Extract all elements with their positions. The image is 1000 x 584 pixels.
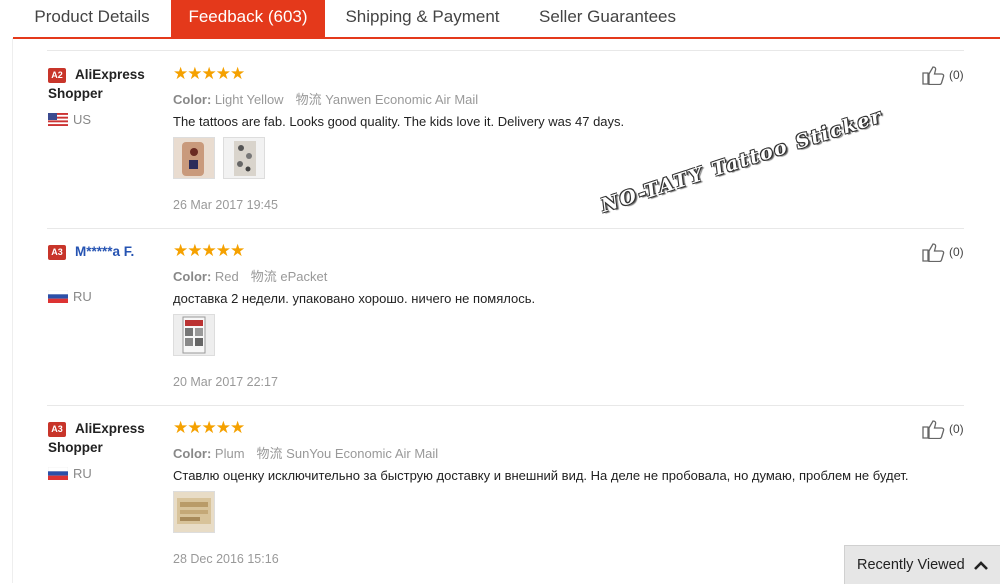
buyer-level-badge: A2: [48, 68, 66, 83]
buyer-country: RU: [73, 466, 92, 481]
helpful-button[interactable]: (0): [922, 242, 967, 264]
buyer-level-badge: A3: [48, 245, 66, 260]
helpful-button[interactable]: (0): [922, 419, 967, 441]
review-text: The tattoos are fab. Looks good quality.…: [173, 114, 625, 129]
chevron-up-icon: [974, 561, 988, 570]
tab-underline: [13, 37, 1000, 39]
color-value: Light Yellow: [214, 92, 284, 107]
color-value: Plum: [214, 446, 245, 461]
color-label: Color:: [173, 269, 212, 284]
recently-viewed-label: Recently Viewed: [857, 557, 965, 573]
review-photos: [173, 137, 269, 179]
tab-bar: Product Details Feedback (603) Shipping …: [0, 0, 1000, 39]
review-photos: [173, 314, 219, 356]
tab-seller-guarantees[interactable]: Seller Guarantees: [520, 0, 695, 36]
star-rating: ★★★★★: [173, 241, 245, 260]
recently-viewed-button[interactable]: Recently Viewed: [844, 545, 1000, 584]
review-text: доставка 2 недели. упаковано хорошо. нич…: [173, 291, 536, 306]
star-rating: ★★★★★: [173, 64, 245, 83]
review-date: 28 Dec 2016 15:16: [173, 552, 279, 566]
buyer-country: RU: [73, 289, 92, 304]
color-label: Color:: [173, 446, 212, 461]
review-photo-thumbnail[interactable]: [173, 491, 215, 533]
review-photo-thumbnail[interactable]: [223, 137, 266, 179]
us-flag-icon: [48, 113, 68, 126]
tab-feedback[interactable]: Feedback (603): [171, 0, 325, 38]
review-photo-thumbnail[interactable]: [173, 137, 215, 179]
tab-product-details[interactable]: Product Details: [13, 0, 171, 36]
shipping-method: ePacket: [280, 269, 328, 284]
buyer-country: US: [73, 112, 92, 127]
review-date: 20 Mar 2017 22:17: [173, 375, 278, 389]
helpful-count: (0): [949, 68, 964, 82]
shipping-label: 物流: [295, 92, 322, 107]
buyer-name-line2: Shopper: [48, 86, 103, 101]
order-info: Color: Plum 物流 SunYou Economic Air Mail: [173, 443, 438, 462]
ru-flag-icon: [48, 290, 68, 303]
review-photo-thumbnail[interactable]: [173, 314, 215, 356]
color-value: Red: [214, 269, 239, 284]
color-label: Color:: [173, 92, 212, 107]
review-text: Ставлю оценку исключительно за быструю д…: [173, 468, 909, 483]
tab-shipping-payment[interactable]: Shipping & Payment: [325, 0, 520, 36]
review-date: 26 Mar 2017 19:45: [173, 198, 278, 212]
shipping-label: 物流: [250, 269, 277, 284]
order-info: Color: Red 物流 ePacket: [173, 266, 327, 285]
review-item: A3 M*****a F. RU ★★★★★ Color: Red 物流 ePac…: [0, 228, 1000, 406]
helpful-count: (0): [949, 422, 964, 436]
thumbs-up-icon: [922, 66, 945, 86]
shipping-method: SunYou Economic Air Mail: [286, 446, 439, 461]
review-photos: [173, 491, 219, 533]
star-rating: ★★★★★: [173, 418, 245, 437]
thumbs-up-icon: [922, 420, 945, 440]
buyer-name-line2: Shopper: [48, 440, 103, 455]
helpful-count: (0): [949, 245, 964, 259]
shipping-label: 物流: [256, 446, 283, 461]
order-info: Color: Light Yellow 物流 Yanwen Economic Ai…: [173, 89, 478, 108]
shipping-method: Yanwen Economic Air Mail: [325, 92, 479, 107]
helpful-button[interactable]: (0): [922, 65, 967, 87]
thumbs-up-icon: [922, 243, 945, 263]
review-item: A2 AliExpress Shopper US ★★★★★ Color: Li…: [0, 51, 1000, 229]
buyer-level-badge: A3: [48, 422, 66, 437]
ru-flag-icon: [48, 467, 68, 480]
